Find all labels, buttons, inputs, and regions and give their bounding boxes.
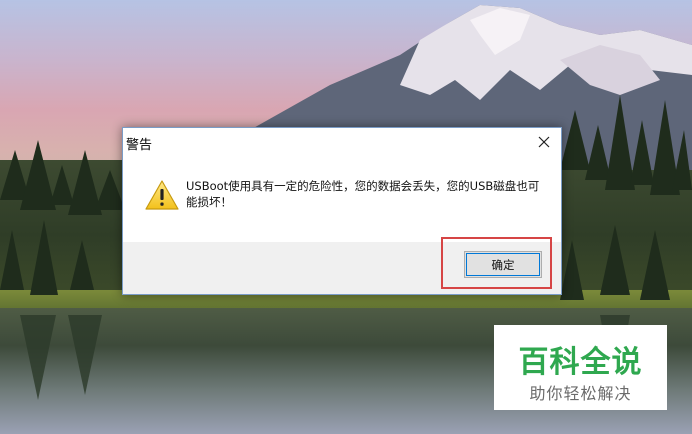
warning-icon (145, 180, 179, 210)
dialog-titlebar[interactable]: 警告 (123, 128, 561, 156)
close-icon (538, 136, 550, 148)
dialog-message: USBoot使用具有一定的危险性，您的数据会丢失，您的USB磁盘也可能损坏！ (186, 179, 540, 209)
highlight-annotation (441, 237, 552, 289)
watermark-badge: 百科全说 助你轻松解决 (494, 325, 667, 410)
dialog-title: 警告 (126, 138, 153, 153)
dialog-content: USBoot使用具有一定的危险性，您的数据会丢失，您的USB磁盘也可能损坏！ (123, 156, 561, 242)
watermark-subtitle: 助你轻松解决 (529, 384, 632, 403)
watermark-title: 百科全说 (518, 345, 643, 380)
close-button[interactable] (527, 128, 561, 156)
